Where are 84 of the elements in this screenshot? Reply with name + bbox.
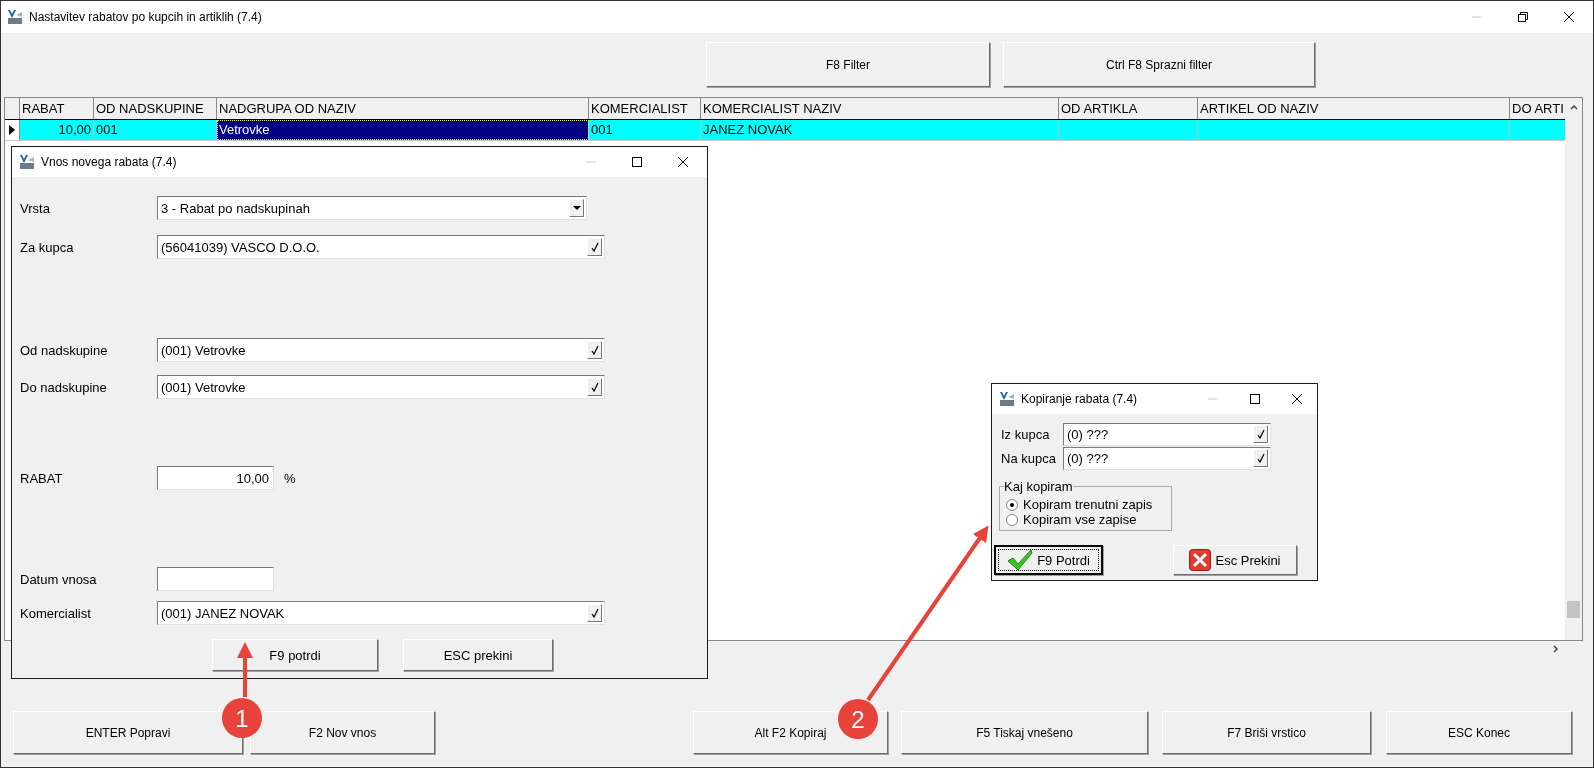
- caret-icon: [572, 206, 581, 210]
- column-header[interactable]: ARTIKEL OD NAZIV: [1198, 98, 1510, 119]
- action-button[interactable]: F7 Briši vrstico: [1162, 711, 1371, 754]
- vertical-scrollbar[interactable]: [1565, 98, 1582, 640]
- maximize-icon[interactable]: [631, 156, 643, 168]
- input-field[interactable]: 10,00: [157, 466, 274, 490]
- check-icon: [1256, 429, 1265, 439]
- step-badge: 2: [838, 699, 878, 739]
- input-field[interactable]: (56041039) VASCO D.O.O.: [157, 235, 605, 259]
- radio-button[interactable]: [1006, 513, 1018, 526]
- grid-row[interactable]: 10,00 001 Vetrovke 001 JANEZ NOVAK: [5, 120, 1565, 141]
- dialog-title: Kopiranje rabata (7.4): [1021, 392, 1138, 406]
- table-cell: [1510, 120, 1565, 140]
- action-button[interactable]: ESC Konec: [1386, 711, 1572, 754]
- maximize-icon[interactable]: [1249, 393, 1261, 405]
- lookup-button[interactable]: [1253, 425, 1268, 443]
- field-label: Do nadskupine: [20, 379, 108, 395]
- close-icon[interactable]: [677, 156, 689, 168]
- action-button[interactable]: F5 Tiskaj vnešeno: [901, 711, 1148, 754]
- radio-button[interactable]: [1006, 498, 1018, 511]
- option-label[interactable]: Kopiram trenutni zapis: [1023, 497, 1153, 512]
- close-icon[interactable]: [1563, 11, 1575, 23]
- input-field[interactable]: (001) JANEZ NOVAK: [157, 601, 605, 625]
- annotation-arrow: [237, 642, 253, 697]
- table-cell: JANEZ NOVAK: [701, 120, 1059, 140]
- check-icon: [590, 608, 599, 618]
- input-field[interactable]: (001) Vetrovke: [157, 338, 605, 362]
- app-icon: [19, 154, 35, 170]
- table-cell: 10,00: [20, 120, 94, 140]
- check-icon: [590, 242, 599, 252]
- table-cell: 001: [589, 120, 701, 140]
- table-cell: Vetrovke: [217, 120, 589, 140]
- column-header[interactable]: KOMERCIALIST: [589, 98, 701, 119]
- app-icon: [7, 9, 23, 25]
- dialog-button[interactable]: F9 Potrdi: [994, 545, 1103, 575]
- close-icon: [1189, 549, 1212, 571]
- check-icon: [590, 345, 599, 355]
- lookup-button[interactable]: [587, 604, 602, 622]
- input-field[interactable]: (0) ???: [1063, 422, 1271, 446]
- dialog-button[interactable]: Esc Prekini: [1173, 545, 1297, 575]
- field-label: RABAT: [20, 470, 64, 486]
- input-field[interactable]: (001) Vetrovke: [157, 375, 605, 399]
- close-icon[interactable]: [1291, 393, 1303, 405]
- dialog-button[interactable]: ESC prekini: [403, 639, 553, 671]
- lookup-button[interactable]: [587, 238, 602, 256]
- unit-label: %: [284, 470, 296, 486]
- field-label: Na kupca: [1001, 450, 1057, 466]
- group-title: Kaj kopiram: [1004, 479, 1073, 494]
- field-label: Komercialist: [20, 605, 92, 621]
- table-cell: 001: [94, 120, 217, 140]
- restore-icon[interactable]: [1517, 11, 1529, 23]
- column-header[interactable]: RABAT: [20, 98, 94, 119]
- toolbar-button[interactable]: F8 Filter: [706, 42, 990, 87]
- lookup-button[interactable]: [587, 341, 602, 359]
- toolbar-button[interactable]: Ctrl F8 Sprazni filter: [1003, 42, 1315, 87]
- field-label: Datum vnosa: [20, 571, 98, 587]
- dialog-title: Vnos novega rabata (7.4): [41, 155, 177, 169]
- dropdown-button[interactable]: [569, 199, 584, 217]
- window-title: Nastavitev rabatov po kupcih in artiklih (7.4): [29, 10, 262, 24]
- column-header[interactable]: NADGRUPA OD NAZIV: [217, 98, 589, 119]
- scroll-thumb[interactable]: [1567, 601, 1580, 618]
- dropdown[interactable]: 3 - Rabat po nadskupinah: [157, 196, 587, 220]
- lookup-button[interactable]: [1253, 449, 1268, 467]
- row-pointer-icon: [9, 125, 15, 135]
- field-label: Iz kupca: [1001, 426, 1051, 442]
- column-header[interactable]: OD ARTIKLA: [1059, 98, 1198, 119]
- check-icon: [590, 382, 599, 392]
- input-field[interactable]: (0) ???: [1063, 446, 1271, 470]
- scroll-right-icon[interactable]: [1553, 645, 1559, 653]
- scroll-up-icon[interactable]: [1569, 104, 1578, 110]
- input-field[interactable]: [157, 567, 274, 591]
- column-header[interactable]: OD NADSKUPINE: [94, 98, 217, 119]
- action-button[interactable]: F2 Nov vnos: [250, 711, 435, 754]
- field-label: Za kupca: [20, 239, 75, 255]
- step-badge: 1: [222, 698, 262, 738]
- dialog-button[interactable]: F9 potrdi: [212, 639, 378, 671]
- lookup-button[interactable]: [587, 378, 602, 396]
- field-label: Od nadskupine: [20, 342, 109, 358]
- field-label: Vrsta: [20, 200, 51, 216]
- option-label[interactable]: Kopiram vse zapise: [1023, 512, 1137, 527]
- app-icon: [999, 391, 1015, 407]
- check-icon: [1256, 453, 1265, 463]
- check-icon: [1007, 549, 1034, 571]
- column-header[interactable]: KOMERCIALIST NAZIV: [701, 98, 1059, 119]
